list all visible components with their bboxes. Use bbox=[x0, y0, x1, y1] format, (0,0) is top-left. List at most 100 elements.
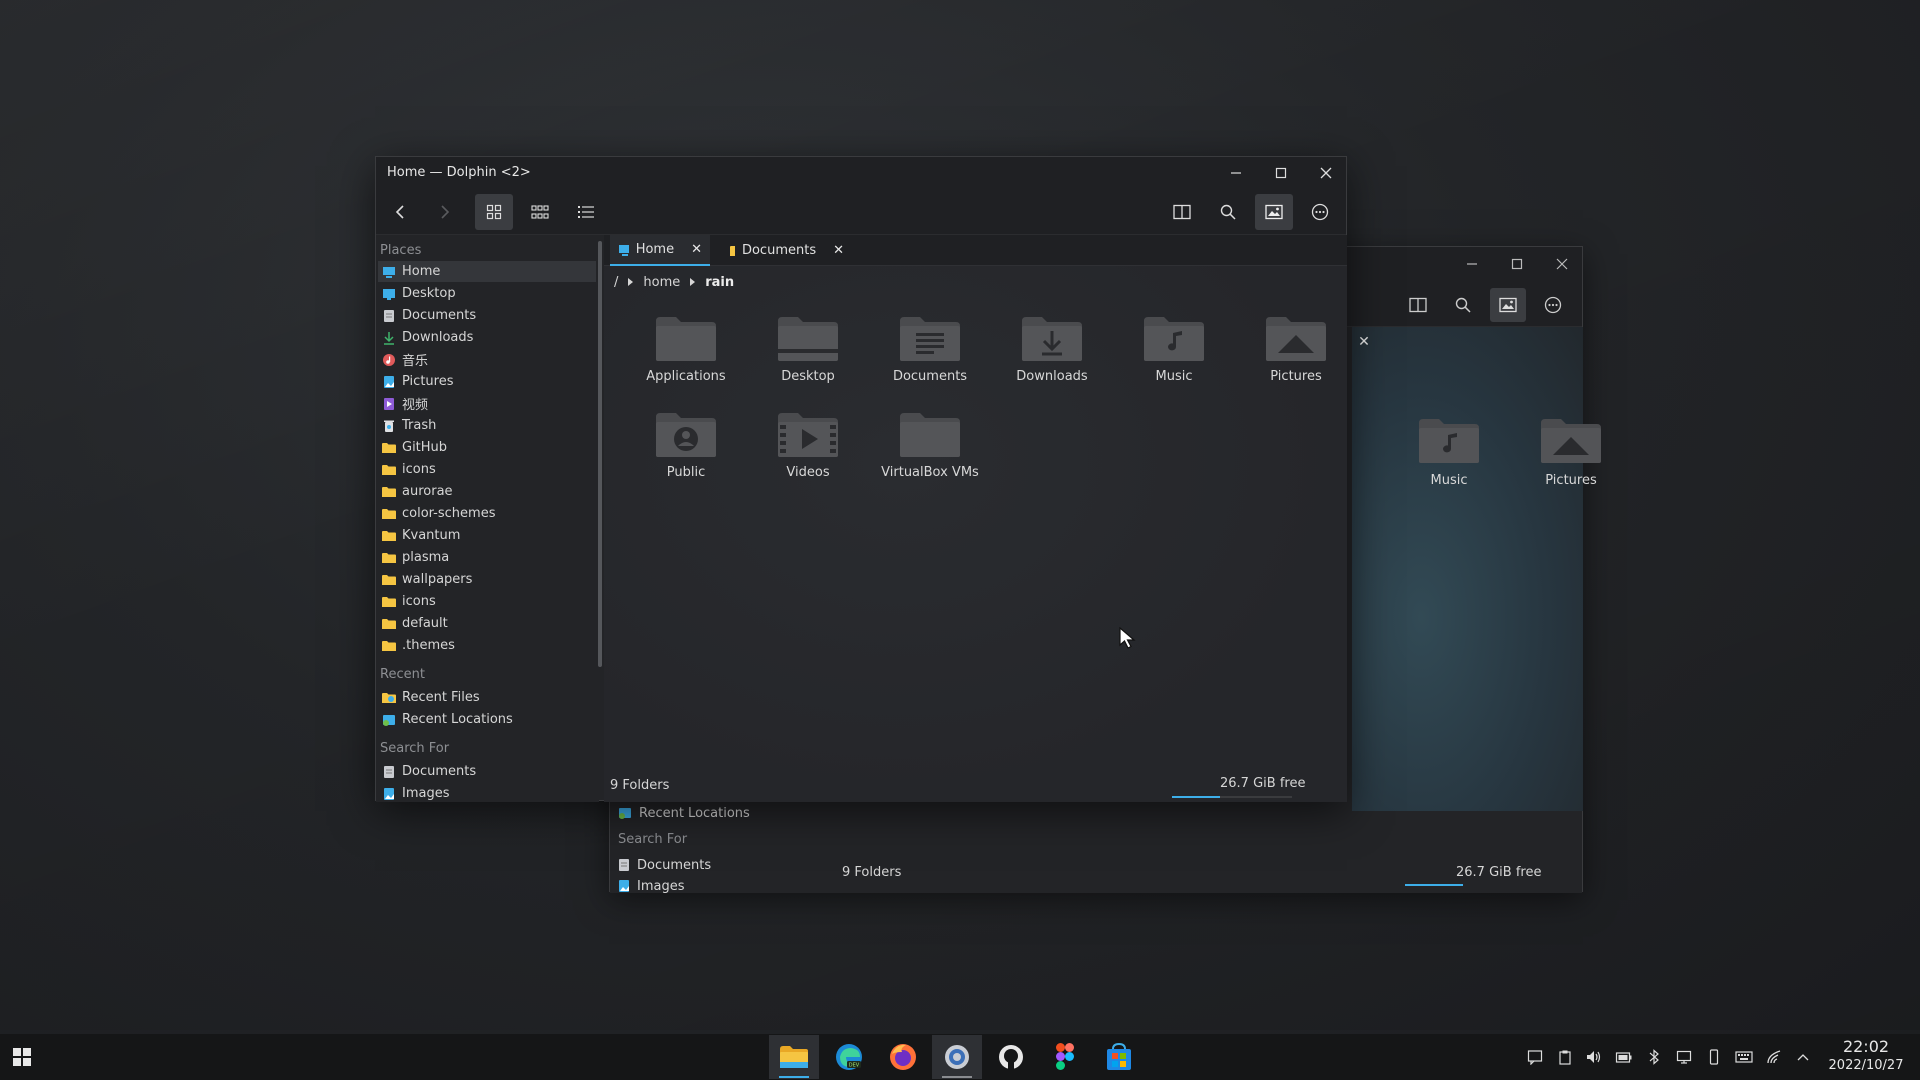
taskbar-file-manager[interactable] bbox=[769, 1035, 819, 1079]
folder-music[interactable]: Music bbox=[1115, 313, 1233, 405]
back-search-button[interactable] bbox=[1445, 288, 1481, 322]
phone-icon[interactable] bbox=[1705, 1048, 1723, 1066]
back-folder-music[interactable]: Music bbox=[1394, 415, 1504, 488]
places-scrollbar[interactable] bbox=[598, 241, 602, 667]
preview-button[interactable] bbox=[1255, 194, 1293, 230]
place-search-documents[interactable]: Documents bbox=[378, 761, 596, 782]
videos-folder-icon bbox=[778, 413, 838, 457]
place-github[interactable]: GitHub bbox=[378, 437, 596, 458]
details-view-button[interactable] bbox=[567, 194, 605, 230]
back-place-recent-locations[interactable]: Recent Locations bbox=[618, 804, 750, 822]
folder-icon bbox=[730, 245, 735, 256]
place-desktop[interactable]: Desktop bbox=[378, 283, 596, 304]
tab-home[interactable]: Home ✕ bbox=[610, 235, 710, 266]
display-icon[interactable] bbox=[1675, 1048, 1693, 1066]
place-icons-2[interactable]: icons bbox=[378, 591, 596, 612]
forward-button[interactable] bbox=[426, 194, 464, 230]
taskbar-figma[interactable] bbox=[1040, 1035, 1090, 1079]
folder-documents[interactable]: Documents bbox=[871, 313, 989, 405]
notifications-icon[interactable] bbox=[1526, 1048, 1544, 1066]
taskbar-firefox[interactable] bbox=[878, 1035, 928, 1079]
back-maximize-button[interactable] bbox=[1505, 253, 1529, 275]
close-button[interactable] bbox=[1313, 161, 1339, 185]
tab-label: Documents bbox=[741, 243, 817, 258]
folder-public[interactable]: Public bbox=[627, 409, 745, 501]
back-folder-pictures[interactable]: Pictures bbox=[1516, 415, 1626, 488]
start-menu-icon[interactable] bbox=[10, 1045, 34, 1069]
breadcrumb-root[interactable]: / bbox=[614, 275, 618, 290]
edge-dev-icon: DEV bbox=[836, 1044, 862, 1070]
place-videos[interactable]: 视频 bbox=[378, 393, 596, 414]
taskbar-settings[interactable] bbox=[932, 1035, 982, 1079]
place-home[interactable]: Home bbox=[378, 261, 596, 282]
place-plasma[interactable]: plasma bbox=[378, 547, 596, 568]
back-minimize-button[interactable] bbox=[1460, 253, 1484, 275]
place-trash[interactable]: Trash bbox=[378, 415, 596, 436]
free-space-bar[interactable] bbox=[1172, 796, 1292, 798]
chevron-up-icon[interactable] bbox=[1794, 1048, 1812, 1066]
taskbar-edge-dev[interactable]: DEV bbox=[824, 1035, 874, 1079]
keyboard-icon[interactable] bbox=[1735, 1048, 1753, 1066]
taskbar-github-desktop[interactable] bbox=[986, 1035, 1036, 1079]
back-split-view-button[interactable] bbox=[1400, 288, 1436, 322]
back-tab-close-icon[interactable]: ✕ bbox=[1355, 333, 1373, 351]
volume-icon[interactable] bbox=[1585, 1048, 1603, 1066]
tab-documents[interactable]: Documents ✕ bbox=[722, 235, 852, 266]
back-preview-button[interactable] bbox=[1490, 288, 1526, 322]
clipboard-icon[interactable] bbox=[1556, 1048, 1574, 1066]
toolbar bbox=[376, 189, 1346, 235]
place-recent-locations[interactable]: Recent Locations bbox=[378, 709, 596, 730]
search-button[interactable] bbox=[1209, 194, 1247, 230]
back-button[interactable] bbox=[381, 194, 419, 230]
folder-applications[interactable]: Applications bbox=[627, 313, 745, 405]
place-default[interactable]: default bbox=[378, 613, 596, 634]
back-close-button[interactable] bbox=[1550, 253, 1574, 275]
icons-view-button[interactable] bbox=[475, 194, 513, 230]
place-themes[interactable]: .themes bbox=[378, 635, 596, 656]
back-place-search-images[interactable]: Images bbox=[618, 877, 685, 895]
place-aurorae[interactable]: aurorae bbox=[378, 481, 596, 502]
place-pictures[interactable]: Pictures bbox=[378, 371, 596, 392]
maximize-icon bbox=[1275, 167, 1287, 179]
folder-icon bbox=[382, 507, 396, 521]
breadcrumb-current[interactable]: rain bbox=[705, 275, 734, 290]
place-kvantum[interactable]: Kvantum bbox=[378, 525, 596, 546]
menu-button[interactable] bbox=[1301, 194, 1339, 230]
breadcrumb-separator-icon[interactable] bbox=[690, 278, 696, 286]
taskbar-store[interactable] bbox=[1094, 1035, 1144, 1079]
split-view-button[interactable] bbox=[1163, 194, 1201, 230]
back-menu-button[interactable] bbox=[1535, 288, 1571, 322]
compact-view-button[interactable] bbox=[521, 194, 559, 230]
maximize-button[interactable] bbox=[1268, 161, 1294, 185]
place-downloads[interactable]: Downloads bbox=[378, 327, 596, 348]
back-place-search-documents[interactable]: Documents bbox=[618, 856, 711, 874]
place-color-schemes[interactable]: color-schemes bbox=[378, 503, 596, 524]
network-icon[interactable] bbox=[1765, 1048, 1783, 1066]
arrow-left-icon bbox=[395, 205, 404, 219]
breadcrumb-separator-icon[interactable] bbox=[628, 278, 634, 286]
tab-close-icon[interactable]: ✕ bbox=[833, 243, 844, 258]
folder-pictures[interactable]: Pictures bbox=[1237, 313, 1355, 405]
bluetooth-icon[interactable] bbox=[1645, 1048, 1663, 1066]
place-wallpapers[interactable]: wallpapers bbox=[378, 569, 596, 590]
tab-close-icon[interactable]: ✕ bbox=[691, 242, 702, 257]
clock[interactable]: 22:02 2022/10/27 bbox=[1818, 1037, 1914, 1073]
minimize-button[interactable] bbox=[1223, 161, 1249, 185]
place-label: Documents bbox=[402, 764, 477, 779]
dolphin-window[interactable]: Home — Dolphin <2> Places Home Desktop D… bbox=[375, 156, 1347, 802]
folder-virtualbox-vms[interactable]: VirtualBox VMs bbox=[871, 409, 989, 501]
place-documents[interactable]: Documents bbox=[378, 305, 596, 326]
place-music[interactable]: 音乐 bbox=[378, 349, 596, 370]
folder-desktop[interactable]: Desktop bbox=[749, 313, 867, 405]
breadcrumb-home[interactable]: home bbox=[643, 275, 680, 290]
place-icons[interactable]: icons bbox=[378, 459, 596, 480]
place-recent-files[interactable]: Recent Files bbox=[378, 687, 596, 708]
place-search-images[interactable]: Images bbox=[378, 783, 596, 802]
folder-videos[interactable]: Videos bbox=[749, 409, 867, 501]
minimize-icon bbox=[1467, 263, 1477, 265]
place-label: Recent Files bbox=[402, 690, 480, 705]
firefox-icon bbox=[890, 1044, 916, 1070]
battery-icon[interactable] bbox=[1615, 1048, 1633, 1066]
titlebar: Home — Dolphin <2> bbox=[376, 157, 1346, 189]
folder-downloads[interactable]: Downloads bbox=[993, 313, 1111, 405]
